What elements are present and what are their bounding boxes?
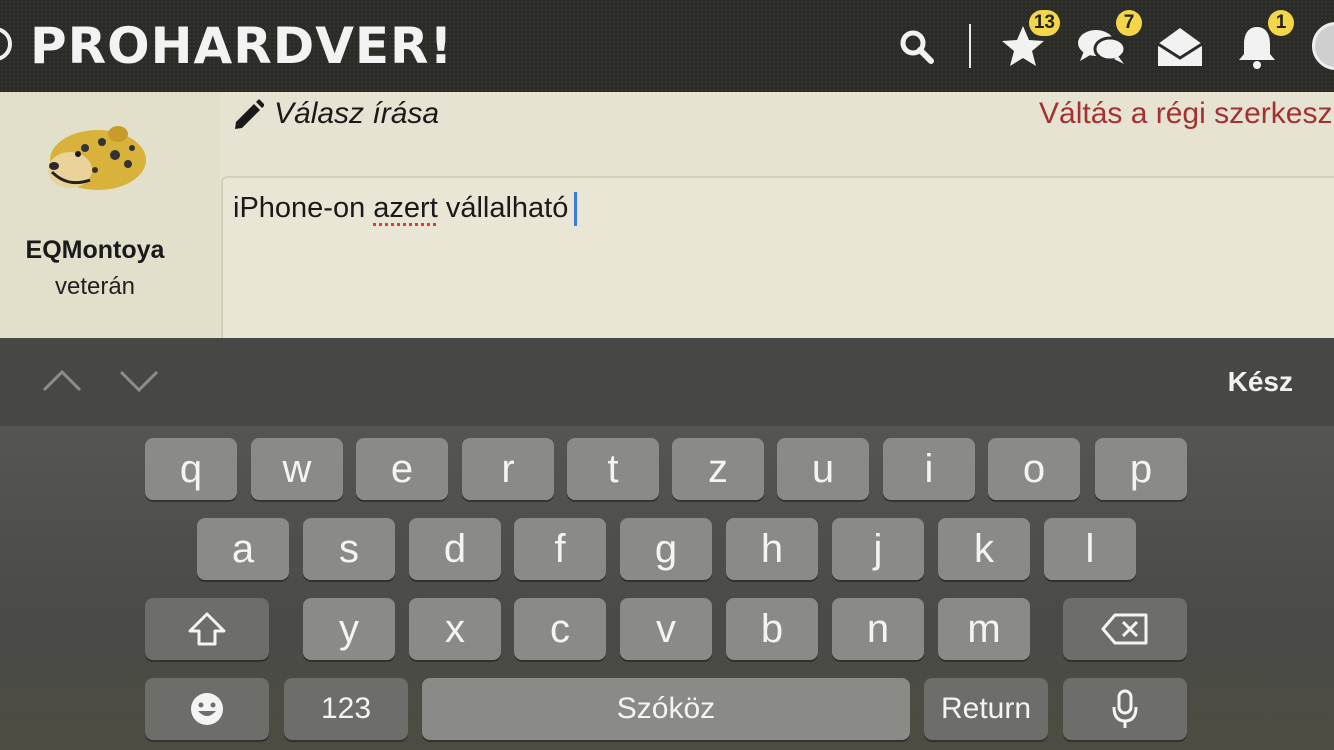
search-icon[interactable] <box>894 24 940 70</box>
key-f[interactable]: f <box>514 518 606 580</box>
author-panel: EQMontoya veterán <box>0 92 220 338</box>
onscreen-keyboard: q w e r t z u i o p a s d f g h j k l y … <box>0 426 1334 750</box>
editor-text-end: vállalható <box>437 192 569 224</box>
reply-title-text: Válasz írása <box>274 97 440 130</box>
reply-text-editor[interactable]: iPhone-on azert vállalható <box>221 176 1334 346</box>
key-r[interactable]: r <box>462 438 554 500</box>
key-n[interactable]: n <box>832 598 924 660</box>
author-name[interactable]: EQMontoya <box>0 236 190 265</box>
keyboard-accessory-bar: Kész <box>0 338 1334 426</box>
next-field-icon[interactable] <box>117 358 161 402</box>
notifications-button[interactable]: 1 <box>1234 10 1294 70</box>
key-p[interactable]: p <box>1095 438 1187 500</box>
header-divider <box>969 24 971 68</box>
numbers-key[interactable]: 123 <box>284 678 408 740</box>
notifications-badge: 1 <box>1268 10 1294 36</box>
emoji-key[interactable] <box>145 678 269 740</box>
key-v[interactable]: v <box>620 598 712 660</box>
key-l[interactable]: l <box>1044 518 1136 580</box>
jaguar-avatar <box>40 120 150 200</box>
key-y[interactable]: y <box>303 598 395 660</box>
messages-badge: 7 <box>1116 10 1142 36</box>
site-logo[interactable]: PROHARDVER! <box>30 16 453 76</box>
emoji-icon <box>191 693 223 725</box>
switch-editor-link[interactable]: Váltás a régi szerkesz <box>1039 97 1332 131</box>
key-z[interactable]: z <box>672 438 764 500</box>
shift-key[interactable] <box>145 598 269 660</box>
key-q[interactable]: q <box>145 438 237 500</box>
editor-content: iPhone-on azert vállalható <box>233 192 578 227</box>
key-o[interactable]: o <box>988 438 1080 500</box>
key-b[interactable]: b <box>726 598 818 660</box>
reply-heading: Válasz írása <box>232 97 439 131</box>
key-s[interactable]: s <box>303 518 395 580</box>
editor-text-start: iPhone-on <box>233 192 374 224</box>
key-a[interactable]: a <box>197 518 289 580</box>
key-k[interactable]: k <box>938 518 1030 580</box>
pencil-icon <box>235 99 264 129</box>
envelope-open-icon <box>1157 28 1203 66</box>
key-g[interactable]: g <box>620 518 712 580</box>
key-i[interactable]: i <box>883 438 975 500</box>
key-h[interactable]: h <box>726 518 818 580</box>
favorites-button[interactable]: 13 <box>1000 10 1060 70</box>
dictation-key[interactable] <box>1063 678 1187 740</box>
key-c[interactable]: c <box>514 598 606 660</box>
key-t[interactable]: t <box>567 438 659 500</box>
author-rank: veterán <box>54 273 136 300</box>
return-key[interactable]: Return <box>924 678 1048 740</box>
shift-icon <box>188 612 226 646</box>
key-e[interactable]: e <box>356 438 448 500</box>
previous-field-icon[interactable] <box>40 358 84 402</box>
site-header: PROHARDVER! 13 7 1 <box>0 0 1334 92</box>
reply-area: EQMontoya veterán Válasz írása Váltás a … <box>0 92 1334 346</box>
key-w[interactable]: w <box>251 438 343 500</box>
microphone-icon <box>1112 689 1138 728</box>
key-d[interactable]: d <box>409 518 501 580</box>
backspace-icon <box>1101 613 1148 645</box>
key-u[interactable]: u <box>777 438 869 500</box>
private-mail-button[interactable] <box>1156 24 1204 70</box>
backspace-key[interactable] <box>1063 598 1187 660</box>
text-caret <box>574 192 578 227</box>
key-m[interactable]: m <box>938 598 1030 660</box>
messages-button[interactable]: 7 <box>1076 10 1142 70</box>
done-button[interactable]: Kész <box>1228 366 1293 398</box>
key-j[interactable]: j <box>832 518 924 580</box>
favorites-badge: 13 <box>1028 10 1060 36</box>
misspelled-word[interactable]: azert <box>373 192 437 224</box>
key-x[interactable]: x <box>409 598 501 660</box>
user-avatar[interactable] <box>1312 22 1334 70</box>
space-key[interactable]: Szóköz <box>422 678 910 740</box>
logo-icon[interactable] <box>0 27 12 61</box>
